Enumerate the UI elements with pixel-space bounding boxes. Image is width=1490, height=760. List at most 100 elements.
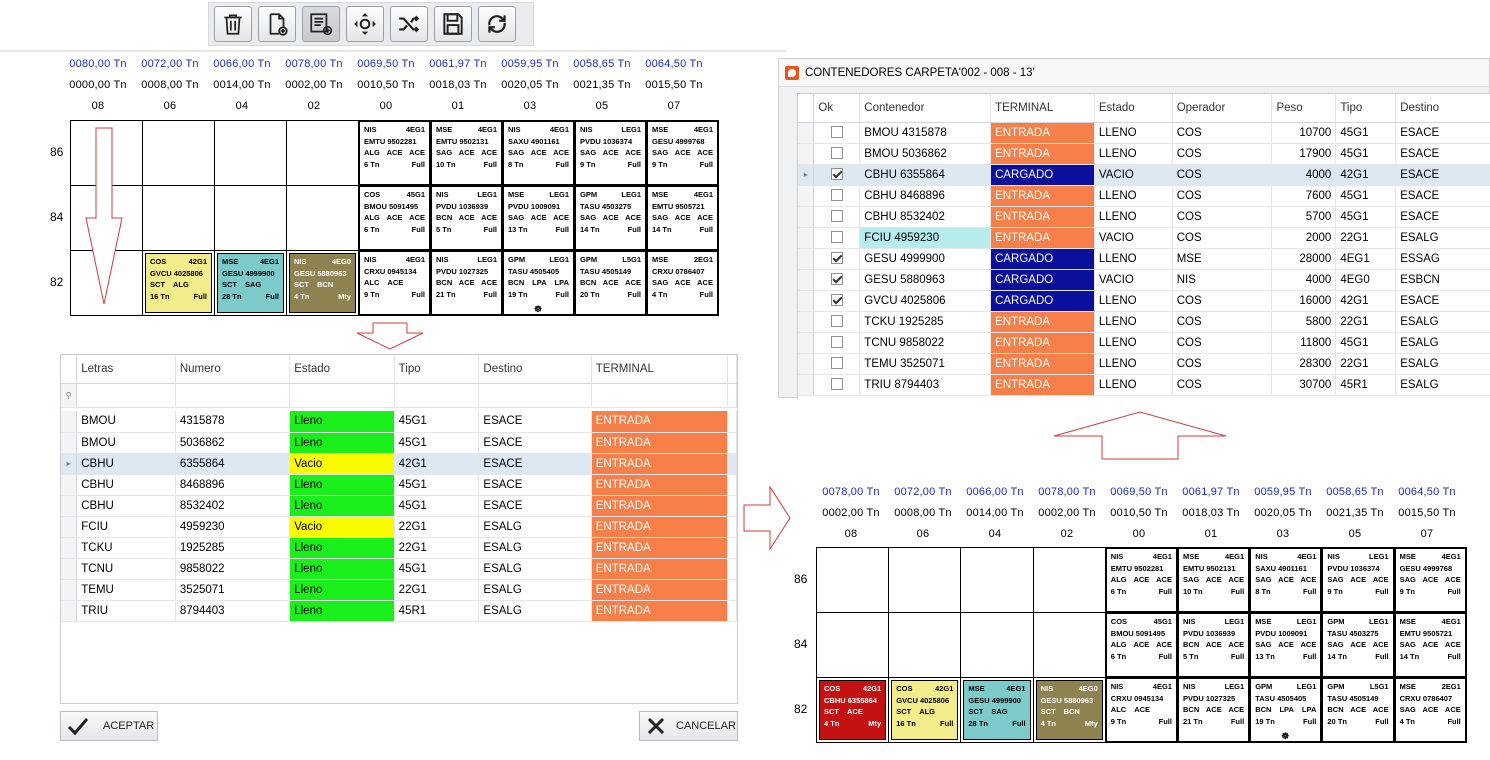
cell[interactable]: Lleno bbox=[289, 411, 395, 433]
cell[interactable]: CBHU 6355864 bbox=[859, 164, 992, 186]
cell[interactable]: VACIO bbox=[1094, 269, 1173, 291]
cell[interactable]: 9858022 bbox=[175, 558, 291, 580]
cell[interactable]: 11800 bbox=[1271, 332, 1337, 354]
ok-checkbox[interactable] bbox=[830, 126, 843, 139]
ok-cell[interactable] bbox=[813, 185, 861, 207]
cell[interactable]: ENTRADA bbox=[990, 227, 1095, 249]
cell[interactable]: ESALG bbox=[1395, 332, 1490, 354]
cell[interactable]: GVCU 4025806 bbox=[859, 290, 992, 312]
table-row[interactable]: ▸ CBHU 6355864 CARGADO VACIO COS 4000 42G1 ESAC… bbox=[798, 164, 1490, 186]
cell[interactable]: ENTRADA bbox=[591, 537, 729, 559]
table-row[interactable]: TEMU 3525071 ENTRADA LLENO COS 28300 22G1 ESAL… bbox=[798, 353, 1490, 375]
filter-cell[interactable] bbox=[175, 383, 291, 408]
cell[interactable]: 30700 bbox=[1271, 374, 1337, 396]
cell[interactable]: 5800 bbox=[1271, 311, 1337, 333]
cell[interactable]: LLENO bbox=[1094, 185, 1173, 207]
cell[interactable]: 10700 bbox=[1271, 122, 1337, 144]
cell[interactable]: BMOU 4315878 bbox=[859, 122, 992, 144]
cell[interactable]: 17900 bbox=[1271, 143, 1337, 165]
ok-checkbox[interactable] bbox=[830, 168, 843, 181]
table-row[interactable]: ▸ CBHU 6355864 Vacio 42G1 ESACE ENTRADA bbox=[61, 453, 737, 475]
table-row[interactable]: CBHU 8532402 ENTRADA LLENO COS 5700 45G1 ESACE bbox=[798, 206, 1490, 228]
table-row[interactable]: TRIU 8794403 Lleno 45R1 ESALG ENTRADA bbox=[61, 600, 737, 622]
cell[interactable]: ESALG bbox=[478, 516, 592, 538]
bay-slot[interactable] bbox=[960, 612, 1034, 678]
filter-cell[interactable] bbox=[727, 383, 737, 408]
column-header[interactable]: Destino bbox=[1395, 94, 1490, 123]
ok-checkbox[interactable] bbox=[830, 189, 843, 202]
filter-cell[interactable] bbox=[394, 383, 480, 408]
cell[interactable]: COS bbox=[1172, 332, 1273, 354]
container-box[interactable]: NIS LEG1 PVDU 1027325 BCN ACE ACE 21 Tn Full bbox=[1178, 678, 1250, 742]
cell[interactable]: 5036862 bbox=[175, 432, 291, 454]
container-box[interactable]: MSE LEG1 PVDU 1009091 SAG ACE ACE 13 Tn Full bbox=[503, 186, 574, 250]
cell[interactable]: 8794403 bbox=[175, 600, 291, 622]
cell[interactable]: 45R1 bbox=[1335, 374, 1397, 396]
cell[interactable]: LLENO bbox=[1094, 290, 1173, 312]
container-box[interactable]: COS 42G1 GVCU 4025806 SCT ALG 16 Tn Full bbox=[891, 680, 959, 740]
container-box[interactable]: COS 42G1 CBHU 6355864 SCT ACE 4 Tn Mty bbox=[819, 680, 887, 740]
container-box[interactable]: MSE 4EG1 GESU 4999768 SAG ACE ACE 9 Tn Full bbox=[647, 121, 718, 185]
container-box[interactable]: NIS 4EG1 SAXU 4901161 SAG ACE ACE 8 Tn Full bbox=[1250, 548, 1322, 612]
cell[interactable]: COS bbox=[1172, 185, 1273, 207]
container-box[interactable]: MSE 4EG1 EMTU 9502131 SAG ACE ACE 10 Tn Full bbox=[431, 121, 502, 185]
cell[interactable]: 45G1 bbox=[1335, 185, 1397, 207]
cell[interactable]: 16000 bbox=[1271, 290, 1337, 312]
cell[interactable]: CBHU bbox=[76, 495, 176, 517]
bay-slot[interactable] bbox=[142, 185, 215, 251]
ok-checkbox[interactable] bbox=[830, 336, 843, 349]
table-row[interactable]: TCKU 1925285 ENTRADA LLENO COS 5800 22G1 ESALG bbox=[798, 311, 1490, 333]
container-box[interactable]: NIS 4EG1 CRXU 0945134 ALC ACE 9 Tn Full bbox=[359, 251, 430, 315]
cell[interactable]: 45G1 bbox=[394, 411, 480, 433]
filter-cell[interactable] bbox=[478, 383, 592, 408]
container-box[interactable]: MSE 4EG1 GESU 4999768 SAG ACE ACE 9 Tn Full bbox=[1394, 548, 1466, 612]
cell[interactable]: 45G1 bbox=[1335, 122, 1397, 144]
list-add-button[interactable] bbox=[302, 6, 340, 42]
table-row[interactable]: GESU 5880963 CARGADO VACIO NIS 4000 4EG0 ESBCN bbox=[798, 269, 1490, 291]
container-box[interactable]: NIS 4EG1 CRXU 0945134 ALC ACE 9 Tn Full bbox=[1105, 678, 1177, 742]
column-header[interactable]: Destino bbox=[478, 355, 592, 384]
table-row[interactable]: FCIU 4959230 ENTRADA VACIO COS 2000 22G1 ESALG bbox=[798, 227, 1490, 249]
ok-checkbox[interactable] bbox=[830, 315, 843, 328]
cell[interactable]: LLENO bbox=[1094, 353, 1173, 375]
cell[interactable]: CBHU bbox=[76, 474, 176, 496]
cell[interactable]: ESALG bbox=[478, 600, 592, 622]
container-box[interactable]: GPM LEG1 TASU 4505405 BCN LPA LPA 19 Tn Full ☸ bbox=[1250, 678, 1322, 742]
cell[interactable]: FCIU 4959230 bbox=[859, 227, 992, 249]
table-row[interactable]: CBHU 8468896 Lleno 45G1 ESACE ENTRADA bbox=[61, 474, 737, 496]
cell[interactable]: ESACE bbox=[1395, 290, 1490, 312]
cell[interactable]: 42G1 bbox=[1335, 164, 1397, 186]
cell[interactable]: ESACE bbox=[478, 474, 592, 496]
ok-checkbox[interactable] bbox=[830, 378, 843, 391]
cell[interactable]: 45G1 bbox=[394, 495, 480, 517]
container-box[interactable]: COS 42G1 GVCU 4025806 SCT ALG 16 Tn Full bbox=[145, 253, 212, 313]
cell[interactable]: ESACE bbox=[478, 495, 592, 517]
container-box[interactable]: COS 45G1 BMOU 5091495 ALG ACE ACE 6 Tn Full bbox=[1105, 613, 1177, 677]
cell[interactable]: 45R1 bbox=[394, 600, 480, 622]
cell[interactable]: ENTRADA bbox=[591, 516, 729, 538]
cell[interactable]: 28000 bbox=[1271, 248, 1337, 270]
column-header[interactable]: Tipo bbox=[394, 355, 480, 384]
table-row[interactable]: BMOU 5036862 Lleno 45G1 ESACE ENTRADA bbox=[61, 432, 737, 454]
ok-cell[interactable] bbox=[813, 290, 861, 312]
filter-cell[interactable] bbox=[289, 383, 395, 408]
table-row[interactable]: GESU 4999900 CARGADO LLENO MSE 28000 4EG1 ESSA… bbox=[798, 248, 1490, 270]
container-box[interactable]: MSE 4EG1 GESU 4999900 SCT SAG 28 Tn Full bbox=[963, 680, 1031, 740]
column-header[interactable]: Operador bbox=[1172, 94, 1273, 123]
cell[interactable]: COS bbox=[1172, 206, 1273, 228]
cell[interactable]: CARGADO bbox=[990, 248, 1095, 270]
cell[interactable]: CBHU bbox=[76, 453, 176, 475]
cell[interactable]: FCIU bbox=[76, 516, 176, 538]
container-box[interactable]: MSE 2EG1 CRXU 0786407 SAG ACE ACE 4 Tn Full bbox=[647, 251, 718, 315]
bay-slot[interactable] bbox=[816, 547, 890, 613]
ok-cell[interactable] bbox=[813, 143, 861, 165]
cell[interactable]: BMOU bbox=[76, 432, 176, 454]
cell[interactable]: LLENO bbox=[1094, 332, 1173, 354]
container-box[interactable]: GPM LEG1 TASU 4503275 SAG ACE ACE 14 Tn Full bbox=[1322, 613, 1394, 677]
cell[interactable]: ESACE bbox=[1395, 206, 1490, 228]
cell[interactable]: ESALG bbox=[478, 558, 592, 580]
bay-slot[interactable] bbox=[142, 120, 215, 186]
cell[interactable]: ENTRADA bbox=[990, 122, 1095, 144]
cell[interactable]: 22G1 bbox=[394, 579, 480, 601]
container-box[interactable]: NIS LEG1 PVDU 1036374 SAG ACE ACE 9 Tn Full bbox=[575, 121, 646, 185]
